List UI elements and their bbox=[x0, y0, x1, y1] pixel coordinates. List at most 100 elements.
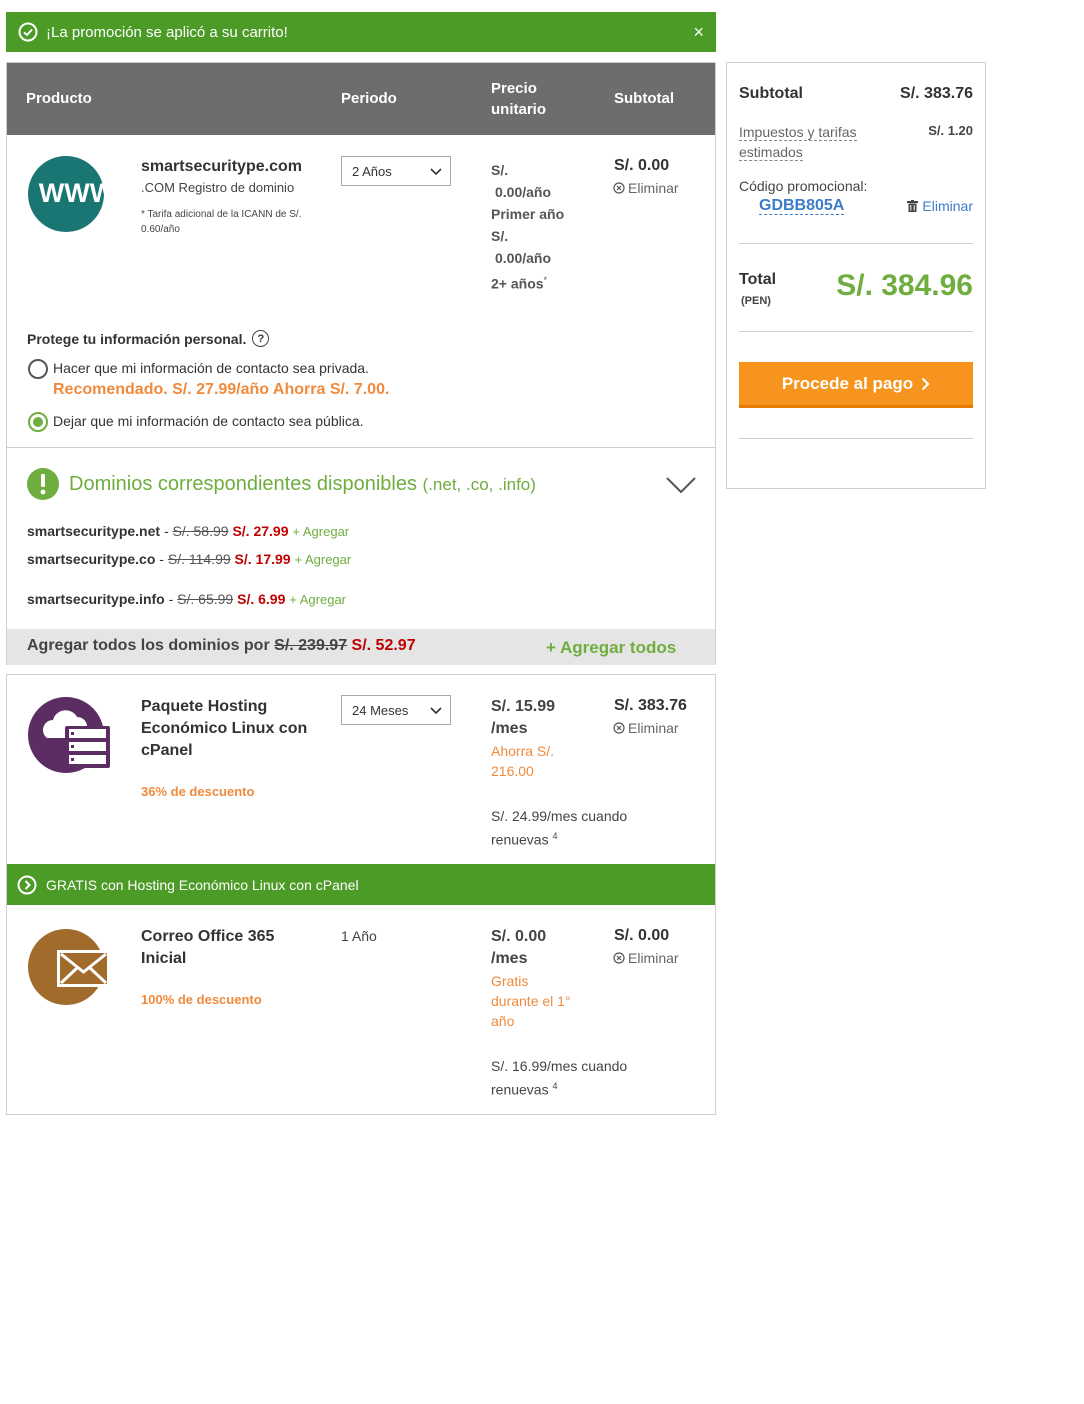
private-contact-radio[interactable] bbox=[28, 359, 48, 379]
email-discount: 100% de descuento bbox=[141, 992, 262, 1007]
suggestion-name: smartsecuritype.net bbox=[27, 523, 161, 539]
email-remove-label: Eliminar bbox=[628, 950, 679, 966]
email-price-2: /mes bbox=[491, 950, 528, 967]
header-period: Periodo bbox=[341, 90, 397, 107]
email-free-note: Gratis durante el 1° año bbox=[491, 971, 571, 1031]
add-all-text-row: Agregar todos los dominios por S/. 239.9… bbox=[27, 637, 416, 655]
chevron-down-icon bbox=[430, 707, 442, 715]
cart-table-header: Producto Periodo Precio unitario Subtota… bbox=[7, 63, 715, 135]
help-icon[interactable]: ? bbox=[252, 330, 270, 347]
privacy-title-row: Protege tu información personal. ? bbox=[27, 330, 270, 347]
hosting-savings: Ahorra S/. 216.00 bbox=[491, 741, 554, 781]
public-contact-radio[interactable] bbox=[28, 412, 48, 432]
checkout-label: Procede al pago bbox=[781, 373, 914, 393]
domain-price-line-1: S/. bbox=[491, 162, 509, 178]
icann-note-1: * Tarifa adicional de la ICANN de S/. bbox=[141, 209, 302, 220]
hosting-name-line-2: Económico Linux con bbox=[141, 720, 308, 737]
cloud-server-icon bbox=[28, 697, 110, 773]
email-free-2: durante el 1° bbox=[491, 993, 571, 1009]
total-value: S/. 384.96 bbox=[836, 269, 973, 302]
domain-remove-label: Eliminar bbox=[628, 180, 679, 196]
hosting-subtotal: S/. 383.76 bbox=[614, 697, 687, 714]
order-summary: Subtotal S/. 383.76 Impuestos y tarifas … bbox=[726, 62, 986, 489]
remove-circle-icon bbox=[613, 722, 625, 734]
hosting-name: Paquete Hosting Económico Linux con cPan… bbox=[141, 696, 307, 762]
chevron-right-circle-icon bbox=[17, 875, 37, 894]
promo-code-text: GDBB805A bbox=[759, 197, 845, 215]
email-name-line-2: Inicial bbox=[141, 950, 187, 967]
domain-price-line-2: 0.00/año bbox=[495, 184, 552, 200]
add-info-button[interactable]: + Agregar bbox=[289, 592, 346, 607]
suggestion-sep: - bbox=[160, 523, 173, 539]
email-renew-2: renuevas bbox=[491, 1081, 549, 1098]
suggestion-old-price: S/. 65.99 bbox=[177, 591, 234, 607]
domain-price-line-4: S/. bbox=[491, 228, 509, 244]
summary-divider bbox=[739, 331, 973, 332]
summary-divider bbox=[739, 243, 973, 244]
add-co-button[interactable]: + Agregar bbox=[294, 552, 351, 567]
check-circle-icon bbox=[18, 22, 38, 42]
summary-subtotal-value: S/. 383.76 bbox=[900, 85, 973, 102]
domain-price-line-5: 0.00/año bbox=[495, 250, 552, 266]
matching-domains-tlds: (.net, .co, .info) bbox=[422, 475, 536, 494]
remove-circle-icon bbox=[613, 182, 625, 194]
chevron-down-icon[interactable] bbox=[666, 477, 696, 493]
remove-circle-icon bbox=[613, 952, 625, 964]
email-period: 1 Año bbox=[341, 928, 377, 944]
total-label: Total bbox=[739, 271, 777, 288]
cart-hosting-section: Paquete Hosting Económico Linux con cPan… bbox=[6, 674, 716, 1115]
header-unit-price-1: Precio bbox=[491, 80, 537, 97]
header-product: Producto bbox=[26, 90, 92, 107]
cart-domain-section: Producto Periodo Precio unitario Subtota… bbox=[6, 62, 716, 665]
domain-remove-button[interactable]: Eliminar bbox=[613, 180, 679, 196]
suggestion-new-price: S/. 17.99 bbox=[234, 551, 291, 567]
promo-remove-button[interactable]: Eliminar bbox=[907, 198, 973, 214]
domain-suggestion-info: smartsecuritype.info - S/. 65.99 S/. 6.9… bbox=[27, 591, 346, 607]
private-contact-label: Hacer que mi información de contacto sea… bbox=[53, 360, 369, 376]
domain-subtotal: S/. 0.00 bbox=[614, 157, 670, 174]
domain-period-value: 2 Años bbox=[352, 164, 392, 179]
close-banner-icon[interactable]: × bbox=[693, 22, 704, 43]
email-free-1: Gratis bbox=[491, 973, 529, 989]
domain-type: .COM Registro de dominio bbox=[141, 180, 295, 195]
add-net-button[interactable]: + Agregar bbox=[292, 524, 349, 539]
hosting-price-2: /mes bbox=[491, 720, 528, 737]
section-divider bbox=[7, 447, 715, 448]
domain-period-select[interactable]: 2 Años bbox=[341, 156, 451, 186]
suggestion-name: smartsecuritype.info bbox=[27, 591, 165, 607]
banner-message: ¡La promoción se aplicó a su carrito! bbox=[46, 23, 288, 41]
taxes-label[interactable]: Impuestos y tarifas estimados bbox=[739, 122, 857, 162]
hosting-name-line-3: cPanel bbox=[141, 742, 193, 759]
hosting-save-2: 216.00 bbox=[491, 763, 534, 779]
suggestion-new-price: S/. 27.99 bbox=[232, 523, 289, 539]
exclamation-icon bbox=[27, 468, 59, 500]
chevron-right-icon bbox=[921, 377, 930, 390]
chevron-down-icon bbox=[430, 168, 442, 176]
header-subtotal: Subtotal bbox=[614, 90, 674, 107]
email-unit-price: S/. 0.00 /mes bbox=[491, 926, 546, 970]
domain-suggestion-co: smartsecuritype.co - S/. 114.99 S/. 17.9… bbox=[27, 551, 351, 567]
hosting-period-select[interactable]: 24 Meses bbox=[341, 695, 451, 725]
add-all-new-price: S/. 52.97 bbox=[351, 637, 416, 654]
hosting-remove-label: Eliminar bbox=[628, 720, 679, 736]
suggestion-old-price: S/. 58.99 bbox=[172, 523, 229, 539]
domain-price-footnote: * bbox=[543, 275, 548, 285]
checkout-button[interactable]: Procede al pago bbox=[739, 362, 973, 408]
icann-note-2: 0.60/año bbox=[141, 224, 180, 235]
hosting-renew-footnote: 4 bbox=[552, 831, 558, 841]
email-renew-1: S/. 16.99/mes cuando bbox=[491, 1058, 628, 1074]
hosting-name-line-1: Paquete Hosting bbox=[141, 698, 268, 715]
email-price-1: S/. 0.00 bbox=[491, 928, 547, 945]
domain-unit-price: S/. 0.00/año Primer año S/. 0.00/año 2+ … bbox=[491, 159, 564, 295]
add-all-domains-bar: Agregar todos los dominios por S/. 239.9… bbox=[7, 629, 715, 665]
add-all-button[interactable]: + Agregar todos bbox=[546, 638, 676, 658]
hosting-period-value: 24 Meses bbox=[352, 703, 409, 718]
summary-subtotal-label: Subtotal bbox=[739, 85, 803, 102]
public-contact-label: Dejar que mi información de contacto sea… bbox=[53, 413, 364, 429]
summary-divider bbox=[739, 438, 973, 439]
www-domain-icon: WWW bbox=[28, 156, 105, 232]
hosting-remove-button[interactable]: Eliminar bbox=[613, 720, 679, 736]
promo-applied-banner: ¡La promoción se aplicó a su carrito! × bbox=[6, 12, 716, 52]
email-remove-button[interactable]: Eliminar bbox=[613, 950, 679, 966]
hosting-renew-1: S/. 24.99/mes cuando bbox=[491, 808, 628, 824]
